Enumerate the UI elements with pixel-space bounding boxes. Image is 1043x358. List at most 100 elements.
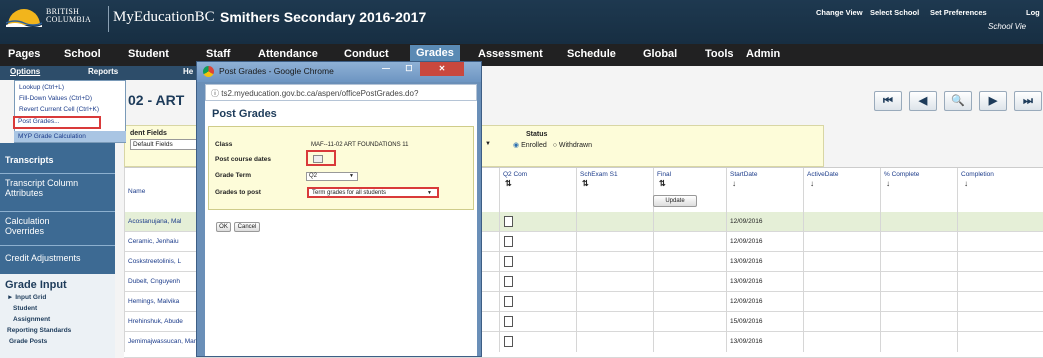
pin-icon[interactable]: ↓ [810,179,814,188]
comment-icon[interactable] [504,256,513,267]
enrolled-radio[interactable]: ◉ [513,142,519,149]
assignment-link[interactable]: Assignment [13,316,50,323]
menu-item-fill-down[interactable]: Fill-Down Values (Ctrl+D) [19,95,92,102]
nav-schedule[interactable]: Schedule [567,48,616,60]
chevron-down-icon: ▼ [427,190,432,196]
menu-item-lookup[interactable]: Lookup (Ctrl+L) [19,84,64,91]
student-name[interactable]: Hrehinshuk, Abude [124,312,199,332]
ok-button[interactable]: OK [216,222,231,232]
exam-cell[interactable] [576,332,653,352]
column-header-complete[interactable]: % Complete [880,168,957,213]
comment-icon[interactable] [504,276,513,287]
student-name[interactable]: Ceramic, Jenhaiu [124,232,199,252]
sort-arrows-icon[interactable]: ⇅ [582,179,589,188]
student-name[interactable]: Coskstreetolinis, L [124,252,199,272]
comment-cell[interactable] [499,232,576,252]
withdrawn-radio[interactable]: ○ [553,142,557,149]
final-cell[interactable] [653,232,726,252]
comment-cell[interactable] [499,212,576,232]
exam-cell[interactable] [576,272,653,292]
comment-icon[interactable] [504,316,513,327]
comment-icon[interactable] [504,296,513,307]
address-bar[interactable]: ⓘ ts2.myeducation.gov.bc.ca/aspen/office… [205,84,477,101]
column-header-activedate[interactable]: ActiveDate [803,168,880,213]
nav-assessment[interactable]: Assessment [478,48,543,60]
sort-arrows-icon[interactable]: ⇅ [505,179,512,188]
close-button[interactable]: ✕ [420,62,464,76]
comment-icon[interactable] [504,336,513,347]
sort-arrows-icon[interactable]: ⇅ [659,179,666,188]
exam-cell[interactable] [576,292,653,312]
final-cell[interactable] [653,312,726,332]
student-name[interactable]: Dubelt, Cnguyenh [124,272,199,292]
select-school-link[interactable]: Select School [870,8,919,17]
final-cell[interactable] [653,332,726,352]
student-fields-select[interactable]: Default Fields [130,139,202,150]
chevron-down-icon[interactable]: ▼ [485,141,491,147]
set-preferences-link[interactable]: Set Preferences [930,8,987,17]
input-grid-link[interactable]: ► Input Grid [7,294,46,301]
column-header-schexam[interactable]: SchExam S1 [576,168,653,213]
grades-to-post-select[interactable]: Term grades for all students ▼ [307,187,439,198]
next-record-button[interactable]: ▶ [979,91,1007,111]
comment-cell[interactable] [499,272,576,292]
nav-conduct[interactable]: Conduct [344,48,389,60]
reports-menu[interactable]: Reports [88,67,118,76]
nav-staff[interactable]: Staff [206,48,230,60]
nav-pages[interactable]: Pages [8,48,40,60]
comment-cell[interactable] [499,292,576,312]
pin-icon[interactable]: ↓ [964,179,968,188]
change-view-link[interactable]: Change View [816,8,863,17]
sidebar-item-transcripts[interactable]: Transcripts [5,155,54,165]
student-name[interactable]: Jemimajwassucan, Marisep [124,332,208,352]
previous-record-button[interactable]: ◀ [909,91,937,111]
menu-item-myp-grade-calculation[interactable]: MYP Grade Calculation [18,133,86,140]
exam-cell[interactable] [576,232,653,252]
sidebar-item-transcript-column-attributes[interactable]: Transcript Column Attributes [5,178,105,198]
pin-icon[interactable]: ↓ [886,179,890,188]
reporting-standards-link[interactable]: Reporting Standards [7,327,71,334]
student-name[interactable]: Hemings, Malvika [124,292,199,312]
final-cell[interactable] [653,292,726,312]
student-name[interactable]: Acostanujana, Mal [124,212,199,232]
column-header-completion[interactable]: Completion [957,168,1043,213]
nav-admin[interactable]: Admin [746,48,780,60]
pin-icon[interactable]: ↓ [732,179,736,188]
comment-cell[interactable] [499,332,576,352]
last-record-button[interactable]: ⏭ [1014,91,1042,111]
help-menu[interactable]: He [183,67,193,76]
exam-cell[interactable] [576,252,653,272]
grade-term-select[interactable]: Q2 ▼ [306,172,358,181]
student-link[interactable]: Student [13,305,37,312]
final-cell[interactable] [653,252,726,272]
nav-attendance[interactable]: Attendance [258,48,318,60]
exam-cell[interactable] [576,312,653,332]
exam-cell[interactable] [576,212,653,232]
comment-icon[interactable] [504,216,513,227]
column-header-name[interactable]: Name [124,168,199,213]
options-menu[interactable]: Options [10,67,40,76]
sidebar-item-credit-adjustments[interactable]: Credit Adjustments [5,253,81,263]
update-button[interactable]: Update [653,195,697,207]
nav-school[interactable]: School [64,48,101,60]
sidebar-item-calculation-overrides[interactable]: Calculation Overrides [5,216,85,236]
column-header-q2-com[interactable]: Q2 Com [499,168,576,213]
logout-link[interactable]: Log [1026,8,1040,17]
search-button[interactable]: 🔍 [944,91,972,111]
nav-global[interactable]: Global [643,48,677,60]
maximize-button[interactable]: ☐ [398,62,420,76]
comment-cell[interactable] [499,312,576,332]
final-cell[interactable] [653,272,726,292]
first-record-button[interactable]: ⏮ [874,91,902,111]
grade-posts-link[interactable]: Grade Posts [9,338,47,345]
comment-icon[interactable] [504,236,513,247]
menu-item-revert-cell[interactable]: Revert Current Cell (Ctrl+K) [19,106,99,113]
nav-tools[interactable]: Tools [705,48,734,60]
info-icon[interactable]: ⓘ [211,89,219,98]
minimize-button[interactable]: — [374,62,398,76]
cancel-button[interactable]: Cancel [234,222,260,232]
final-cell[interactable] [653,212,726,232]
comment-cell[interactable] [499,252,576,272]
nav-student[interactable]: Student [128,48,169,60]
column-header-startdate[interactable]: StartDate [726,168,803,213]
